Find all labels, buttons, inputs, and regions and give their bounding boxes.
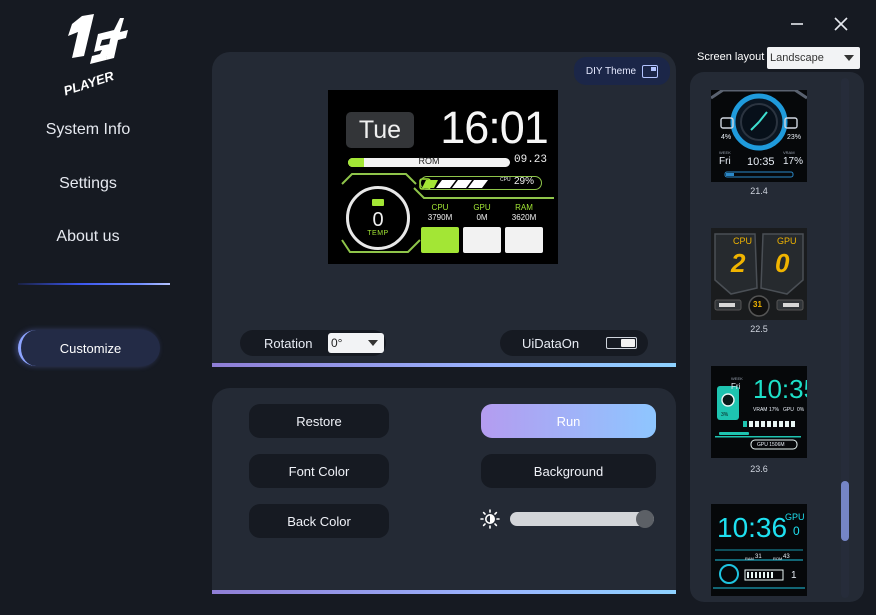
minimize-icon xyxy=(791,23,803,25)
diy-theme-label: DIY Theme xyxy=(585,65,637,77)
theme-thumbnail-1[interactable]: 4% 23% WEEK Fri 10:35 VRAM 17% xyxy=(711,90,807,182)
theme-2-cpu-val: 2 xyxy=(731,248,746,278)
stat-label: GPU xyxy=(473,203,491,212)
theme-4-rom-val: 43 xyxy=(783,554,790,560)
preview-cpu-percent: 29% xyxy=(514,176,535,187)
back-color-button[interactable]: Back Color xyxy=(249,504,389,538)
theme-1-vram: VRAM xyxy=(783,150,795,155)
stat-label: RAM xyxy=(515,203,533,212)
theme-4-ram-val: 31 xyxy=(755,554,762,560)
theme-3-gpu-pct: 0% xyxy=(797,407,805,413)
preview-temp-ring: 0 TEMP xyxy=(346,186,410,250)
diy-theme-icon xyxy=(642,64,659,78)
background-button[interactable]: Background xyxy=(481,454,656,488)
preview-temp-value: 0 xyxy=(372,209,384,231)
theme-3-time: 10:35 xyxy=(753,374,807,404)
theme-4-gpu: GPU xyxy=(785,512,805,522)
screen-layout-label: Screen layout xyxy=(697,51,765,63)
preview-box-gpu xyxy=(463,227,501,253)
theme-1-left-pct: 4% xyxy=(721,134,732,141)
theme-caption-1: 21.4 xyxy=(750,186,768,196)
theme-4-ram: RAM xyxy=(745,556,754,561)
controls-panel-accent xyxy=(212,590,676,594)
uidata-label: UiDataOn xyxy=(522,335,580,351)
theme-thumbnail-2[interactable]: CPU GPU 2 0 31 xyxy=(711,228,807,320)
customize-button[interactable]: Customize xyxy=(18,330,160,366)
uidata-control: UiDataOn xyxy=(500,330,648,356)
theme-2-gpu-val: 0 xyxy=(775,248,790,278)
theme-1-week: WEEK xyxy=(719,150,731,155)
theme-thumbnail-3[interactable]: WEEK Fri 10:35 3% VRAM 17% GPU 0% GPU 15… xyxy=(711,366,807,458)
nav-system-info[interactable]: System Info xyxy=(0,121,176,139)
theme-3-day: Fri xyxy=(731,382,741,391)
preview-panel-accent xyxy=(212,363,676,367)
theme-thumbnail-4[interactable]: 10:36 GPU 0 RAM 31 ROM 43 1 xyxy=(711,504,807,596)
theme-1-right2: 17% xyxy=(783,156,804,167)
theme-list-scroll-thumb[interactable] xyxy=(841,481,849,541)
preview-stat-cpu: CPU 3790M xyxy=(420,203,460,223)
lcd-preview: Tue 16:01 ROM 09.23 CPU 29% 0 TEMP CPU 3… xyxy=(328,90,558,264)
brightness-slider[interactable] xyxy=(510,510,655,528)
theme-list-scrollbar[interactable] xyxy=(841,78,849,598)
uidata-toggle[interactable] xyxy=(606,337,637,349)
stat-value: 3620M xyxy=(511,213,537,222)
brightness-slider-handle[interactable] xyxy=(636,510,655,528)
rotation-control: Rotation 0° xyxy=(240,330,386,356)
preview-stat-ram: RAM 3620M xyxy=(504,203,544,223)
theme-3-pct: 3% xyxy=(721,412,729,418)
theme-3-vram: VRAM xyxy=(753,407,768,413)
nav-settings[interactable]: Settings xyxy=(0,175,176,193)
theme-3-week: WEEK xyxy=(731,376,743,381)
screen-layout-select[interactable]: Landscape xyxy=(767,47,860,69)
theme-4-gpu-val: 0 xyxy=(793,524,800,538)
theme-2-mid-val: 31 xyxy=(753,300,762,309)
theme-1-day: Fri xyxy=(719,156,731,167)
preview-temp-label: TEMP xyxy=(367,230,389,237)
restore-button[interactable]: Restore xyxy=(249,404,389,438)
theme-1-right-pct: 23% xyxy=(787,134,802,141)
theme-caption-2: 22.5 xyxy=(750,324,768,334)
stat-label: CPU xyxy=(431,203,449,212)
svg-text:PLAYER: PLAYER xyxy=(62,68,116,96)
rotation-label: Rotation xyxy=(264,335,313,351)
minimize-button[interactable] xyxy=(782,10,812,38)
theme-3-gpu: GPU xyxy=(783,407,794,413)
theme-4-time: 10:36 xyxy=(717,512,788,543)
font-color-button[interactable]: Font Color xyxy=(249,454,389,488)
preview-stat-gpu: GPU 0M xyxy=(462,203,502,223)
toggle-knob xyxy=(621,339,635,347)
theme-2-gpu: GPU xyxy=(777,236,797,246)
controls-panel: Restore Run Font Color Background Back C… xyxy=(212,388,676,594)
stat-value: 3790M xyxy=(427,213,453,222)
theme-list: 4% 23% WEEK Fri 10:35 VRAM 17% 21.4 CPU … xyxy=(690,72,864,602)
preview-box-cpu xyxy=(421,227,459,253)
rotation-select[interactable]: 0° xyxy=(328,333,384,353)
brand-logo: PLAYER xyxy=(54,10,134,98)
gpu-icon xyxy=(372,199,384,206)
diy-theme-button[interactable]: DIY Theme xyxy=(574,57,670,85)
stat-value: 0M xyxy=(476,213,488,222)
preview-box-ram xyxy=(505,227,543,253)
theme-caption-3: 23.6 xyxy=(750,464,768,474)
sun-icon xyxy=(480,509,500,529)
theme-3-gpu-mem: GPU 1506M xyxy=(757,442,785,448)
nav-divider xyxy=(18,283,170,285)
run-button[interactable]: Run xyxy=(481,404,656,438)
theme-4-rom: ROM xyxy=(773,556,783,561)
close-button[interactable] xyxy=(826,10,856,38)
preview-cpu-label: CPU xyxy=(500,177,511,183)
nav-about-us[interactable]: About us xyxy=(0,228,176,246)
theme-4-num: 1 xyxy=(791,570,797,581)
theme-2-cpu: CPU xyxy=(733,236,753,246)
close-icon xyxy=(834,17,848,31)
theme-1-time: 10:35 xyxy=(747,156,775,168)
preview-panel: DIY Theme Tue 16:01 ROM 09.23 CPU 29% 0 … xyxy=(212,52,676,367)
theme-3-vram-pct: 17% xyxy=(769,407,780,413)
